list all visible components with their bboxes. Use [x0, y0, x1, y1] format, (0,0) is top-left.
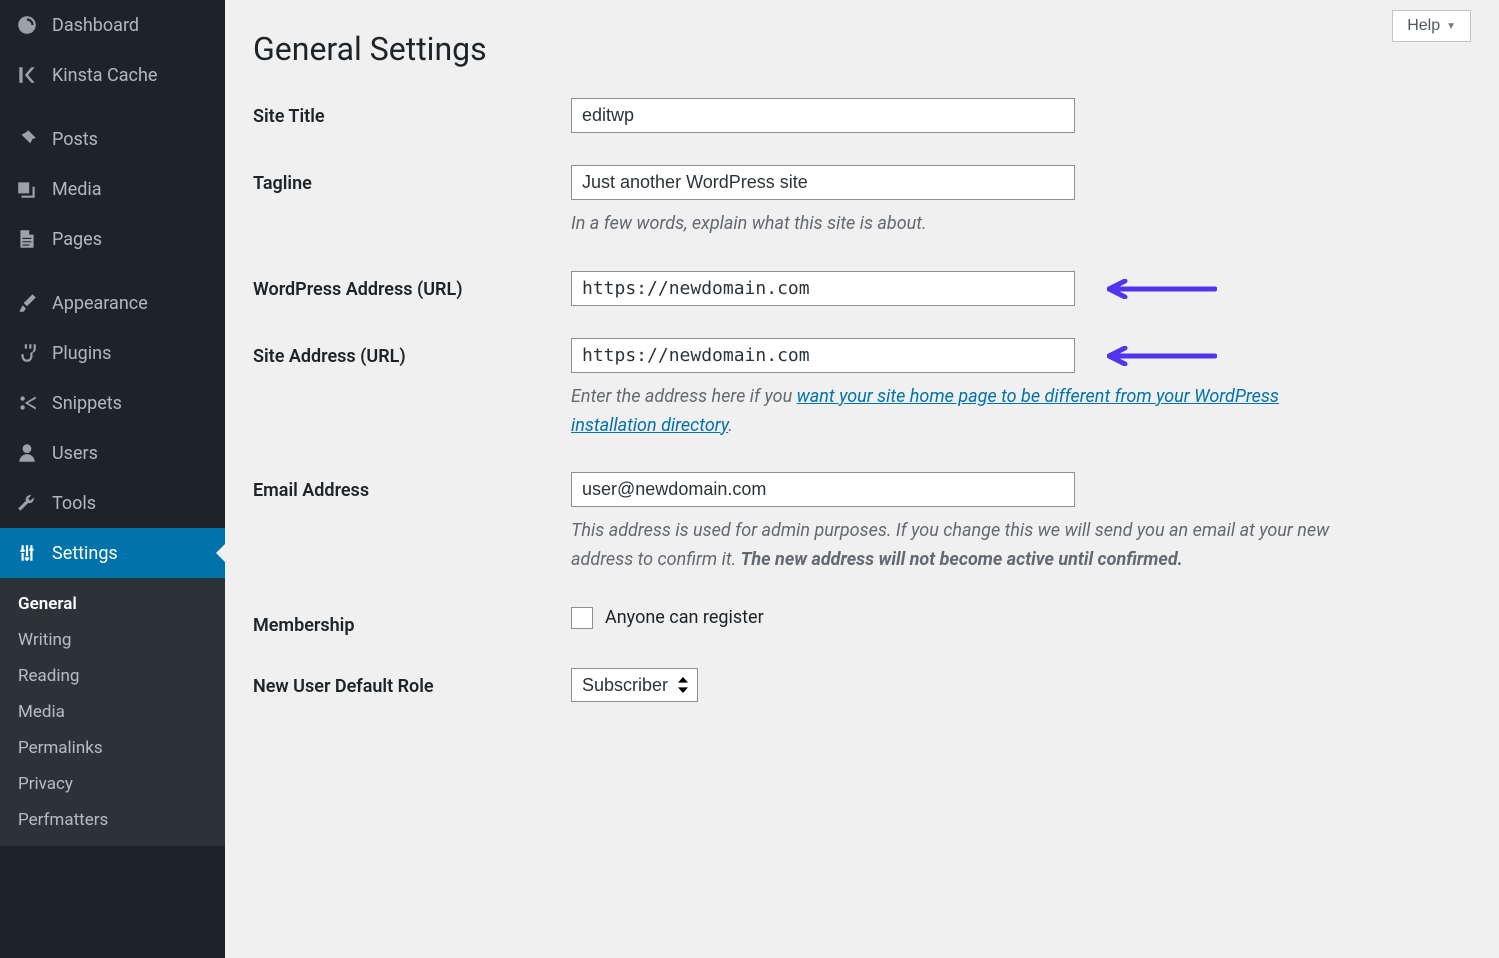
default-role-label: New User Default Role — [253, 668, 571, 697]
sidebar-item-label: Settings — [52, 543, 118, 564]
site-url-label: Site Address (URL) — [253, 338, 571, 367]
submenu-item-general[interactable]: General — [0, 586, 225, 622]
sidebar-item-label: Tools — [52, 493, 96, 514]
tagline-label: Tagline — [253, 165, 571, 194]
sidebar-item-label: Plugins — [52, 343, 111, 364]
kinsta-icon — [14, 62, 40, 88]
membership-checkbox-label: Anyone can register — [605, 607, 764, 628]
membership-checkbox[interactable] — [571, 607, 593, 629]
brush-icon — [14, 290, 40, 316]
default-role-select[interactable]: Subscriber — [571, 668, 698, 702]
sidebar-item-kinsta-cache[interactable]: Kinsta Cache — [0, 50, 225, 100]
sidebar-item-media[interactable]: Media — [0, 164, 225, 214]
wp-url-input[interactable] — [571, 271, 1075, 306]
wrench-icon — [14, 490, 40, 516]
sidebar-item-posts[interactable]: Posts — [0, 114, 225, 164]
pages-icon — [14, 226, 40, 252]
site-url-input[interactable] — [571, 338, 1075, 373]
sidebar-item-plugins[interactable]: Plugins — [0, 328, 225, 378]
settings-submenu: GeneralWritingReadingMediaPermalinksPriv… — [0, 578, 225, 846]
page-title: General Settings — [253, 30, 1471, 68]
submenu-item-writing[interactable]: Writing — [0, 622, 225, 658]
plug-icon — [14, 340, 40, 366]
email-input[interactable] — [571, 472, 1075, 507]
sidebar-item-snippets[interactable]: Snippets — [0, 378, 225, 428]
sidebar-item-users[interactable]: Users — [0, 428, 225, 478]
sidebar-item-tools[interactable]: Tools — [0, 478, 225, 528]
submenu-item-perfmatters[interactable]: Perfmatters — [0, 802, 225, 838]
sidebar-item-label: Dashboard — [52, 15, 139, 36]
sidebar-item-label: Kinsta Cache — [52, 65, 157, 86]
sidebar-item-label: Snippets — [52, 393, 122, 414]
main-content: Help ▼ General Settings Site Title Tagli… — [225, 0, 1499, 958]
sidebar-item-label: Appearance — [52, 293, 148, 314]
email-label: Email Address — [253, 472, 571, 501]
wp-url-label: WordPress Address (URL) — [253, 271, 571, 300]
site-url-description: Enter the address here if you want your … — [571, 383, 1331, 441]
sidebar-item-label: Users — [52, 443, 98, 464]
pin-icon — [14, 126, 40, 152]
submenu-item-permalinks[interactable]: Permalinks — [0, 730, 225, 766]
chevron-down-icon: ▼ — [1446, 21, 1456, 32]
membership-label: Membership — [253, 607, 571, 636]
submenu-item-privacy[interactable]: Privacy — [0, 766, 225, 802]
arrow-annotation-icon — [1107, 346, 1217, 366]
site-title-input[interactable] — [571, 98, 1075, 133]
tagline-input[interactable] — [571, 165, 1075, 200]
submenu-item-media[interactable]: Media — [0, 694, 225, 730]
scissors-icon — [14, 390, 40, 416]
help-button[interactable]: Help ▼ — [1392, 10, 1471, 42]
sidebar-item-label: Media — [52, 179, 102, 200]
sidebar-item-label: Pages — [52, 229, 102, 250]
sidebar-item-dashboard[interactable]: Dashboard — [0, 0, 225, 50]
help-label: Help — [1407, 17, 1440, 35]
arrow-annotation-icon — [1107, 279, 1217, 299]
settings-icon — [14, 540, 40, 566]
dashboard-icon — [14, 12, 40, 38]
email-description: This address is used for admin purposes.… — [571, 517, 1331, 575]
user-icon — [14, 440, 40, 466]
media-icon — [14, 176, 40, 202]
tagline-description: In a few words, explain what this site i… — [571, 210, 1331, 239]
sidebar-item-label: Posts — [52, 129, 98, 150]
sidebar-item-appearance[interactable]: Appearance — [0, 278, 225, 328]
admin-sidebar: Dashboard Kinsta Cache Posts Media Pages Appe… — [0, 0, 225, 958]
sidebar-item-settings[interactable]: Settings — [0, 528, 225, 578]
submenu-item-reading[interactable]: Reading — [0, 658, 225, 694]
sidebar-item-pages[interactable]: Pages — [0, 214, 225, 264]
site-title-label: Site Title — [253, 98, 571, 127]
